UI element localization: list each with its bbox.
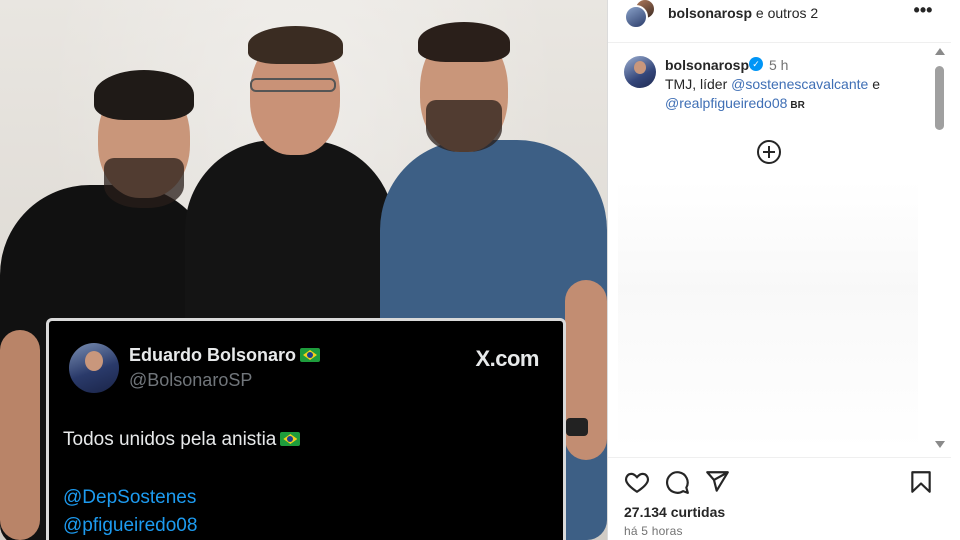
- scrollbar[interactable]: [933, 46, 947, 450]
- post-header: bolsonarosp e outros 2 •••: [608, 0, 951, 43]
- caption-username[interactable]: bolsonarosp: [665, 57, 749, 73]
- caption-time[interactable]: 5 h: [769, 57, 788, 73]
- caption-text-continued: @realpfigueiredo08 BR: [665, 95, 805, 111]
- post-sidebar: bolsonarosp e outros 2 ••• bolsonarosp ✓…: [607, 0, 960, 540]
- header-collab-link[interactable]: e outros 2: [756, 5, 818, 21]
- scroll-down-arrow-icon[interactable]: [935, 441, 945, 448]
- author-avatar[interactable]: [624, 5, 648, 29]
- tweet-avatar: [69, 343, 119, 393]
- mention-link[interactable]: @realpfigueiredo08: [665, 95, 787, 111]
- brazil-flag-icon: [300, 348, 321, 362]
- tweet-card: Eduardo Bolsonaro @BolsonaroSP X.com Tod…: [46, 318, 566, 540]
- mention-link[interactable]: @sostenescavalcante: [731, 76, 868, 92]
- header-title: bolsonarosp e outros 2: [668, 5, 818, 21]
- bookmark-icon: [911, 471, 931, 493]
- more-options-button[interactable]: •••: [911, 1, 935, 24]
- caption-text: TMJ, líder @sostenescavalcante e: [665, 76, 880, 92]
- country-code: BR: [790, 100, 805, 111]
- like-button[interactable]: [624, 469, 650, 495]
- save-button[interactable]: [908, 469, 934, 495]
- load-more-comments-button[interactable]: [757, 140, 781, 164]
- tweet-author-handle: @BolsonaroSP: [129, 370, 253, 390]
- verified-badge-icon: ✓: [749, 57, 763, 71]
- caption-avatar[interactable]: [624, 56, 656, 88]
- divider: [608, 457, 951, 458]
- post-timestamp[interactable]: há 5 horas: [624, 524, 683, 538]
- send-icon: [706, 471, 729, 492]
- brazil-flag-icon: [280, 432, 301, 446]
- post-photo[interactable]: Eduardo Bolsonaro @BolsonaroSP X.com Tod…: [0, 0, 607, 540]
- header-username[interactable]: bolsonarosp: [668, 5, 752, 21]
- scroll-up-arrow-icon[interactable]: [935, 48, 945, 55]
- like-count[interactable]: 27.134 curtidas: [624, 504, 725, 520]
- tweet-mention: @pfigueiredo08: [63, 515, 198, 536]
- comment-icon: [666, 471, 689, 494]
- share-button[interactable]: [704, 469, 730, 495]
- tweet-author-name: Eduardo Bolsonaro: [129, 345, 321, 366]
- scrollbar-thumb[interactable]: [935, 66, 944, 130]
- comments-area: [618, 180, 918, 450]
- heart-icon: [624, 472, 650, 494]
- tweet-text: Todos unidos pela anistia: [63, 429, 301, 451]
- tweet-mention: @DepSostenes: [63, 487, 197, 508]
- x-logo: X.com: [475, 346, 539, 371]
- comment-button[interactable]: [664, 469, 690, 495]
